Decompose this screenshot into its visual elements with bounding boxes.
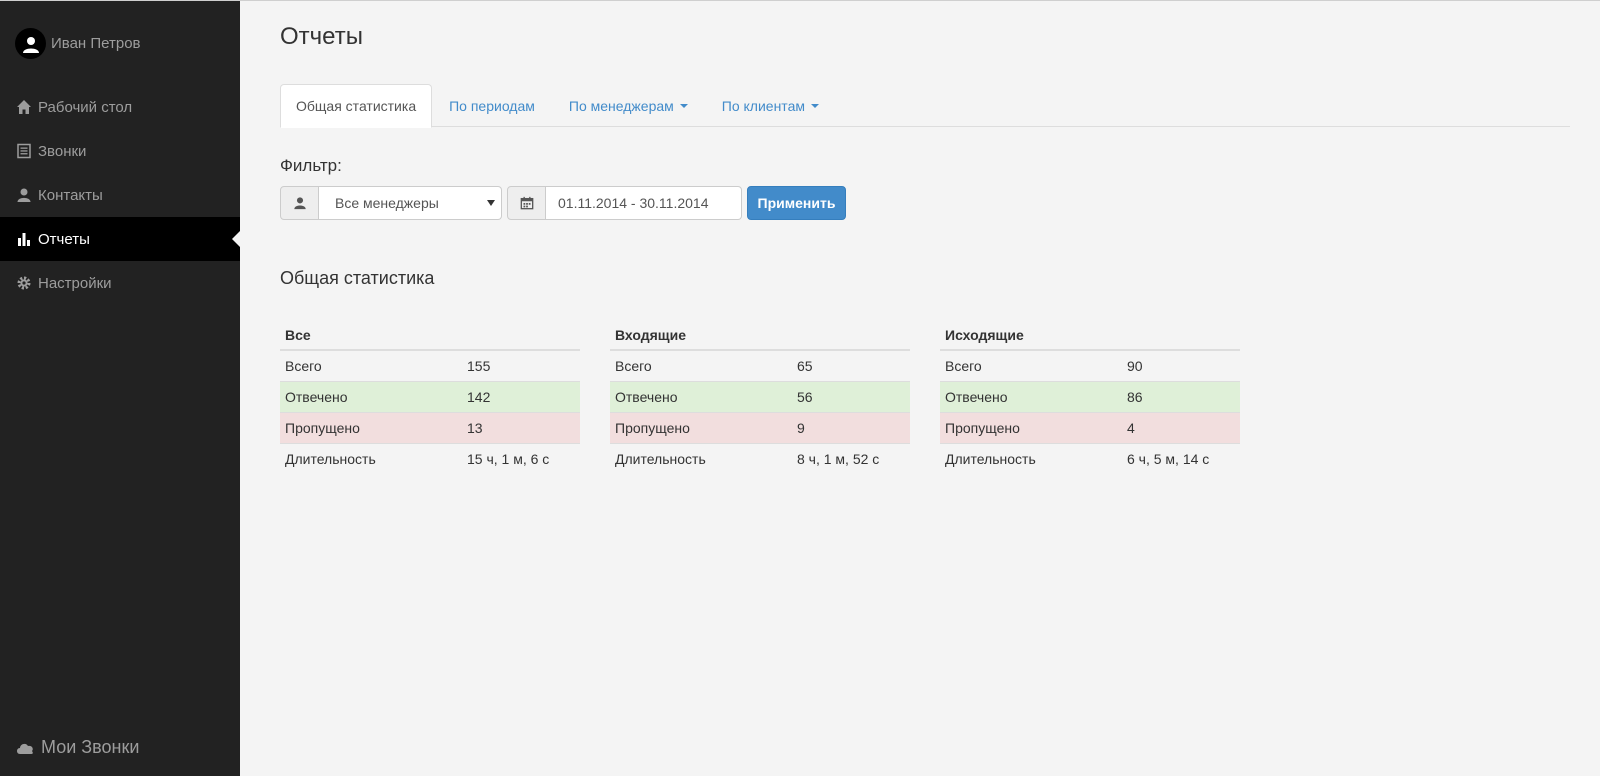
user-name: Иван Петров xyxy=(51,35,141,52)
dropdown-arrow-icon xyxy=(487,200,495,206)
tab-by-clients[interactable]: По клиентам xyxy=(705,84,836,127)
app-brand[interactable]: Мои Звонки xyxy=(15,737,139,758)
avatar xyxy=(15,28,46,59)
brand-label: Мои Звонки xyxy=(41,737,140,757)
sidebar: Иван Петров Рабочий стол Звонки Контакты… xyxy=(0,1,240,776)
table-row: Отвечено 56 xyxy=(610,380,910,412)
table-row: Длительность 8 ч, 1 м, 52 с xyxy=(610,442,910,474)
row-label: Длительность xyxy=(610,442,792,474)
row-label: Длительность xyxy=(940,442,1122,474)
filter-bar: Все менеджеры Применить xyxy=(280,186,846,220)
row-value: 65 xyxy=(797,357,813,374)
caret-down-icon xyxy=(810,103,819,108)
apply-button[interactable]: Применить xyxy=(747,186,846,220)
row-value: 86 xyxy=(1122,380,1240,412)
sidebar-item-calls[interactable]: Звонки xyxy=(0,129,240,173)
bar-chart-icon xyxy=(16,231,32,247)
row-value: 90 xyxy=(1127,357,1143,374)
table-row: Всего 65 xyxy=(610,350,910,381)
sidebar-item-desktop[interactable]: Рабочий стол xyxy=(0,85,240,129)
home-icon xyxy=(16,99,32,115)
sidebar-nav: Рабочий стол Звонки Контакты Отчеты Наст… xyxy=(0,85,240,305)
sidebar-item-reports[interactable]: Отчеты xyxy=(0,217,240,261)
sidebar-item-label: Настройки xyxy=(38,274,112,292)
manager-addon xyxy=(280,186,319,220)
row-label: Пропущено xyxy=(280,411,462,443)
stats-table-incoming: Входящие Всего 65 Отвечено 56 Пропущено 9 Д… xyxy=(610,320,910,474)
table-row: Отвечено 142 xyxy=(280,380,580,412)
row-label: Отвечено xyxy=(940,380,1122,412)
tab-label: Общая статистика xyxy=(296,98,417,114)
filter-label: Фильтр: xyxy=(280,156,342,175)
list-icon xyxy=(16,143,32,159)
stats-table-all: Все Всего 155 Отвечено 142 Пропущено 13 Дли… xyxy=(280,320,580,474)
row-value: 13 xyxy=(462,411,580,443)
date-range-group xyxy=(507,186,742,220)
calendar-icon xyxy=(520,196,533,210)
manager-select[interactable]: Все менеджеры xyxy=(319,186,502,220)
date-range-input[interactable] xyxy=(546,186,742,220)
sidebar-item-label: Контакты xyxy=(38,186,103,204)
tab-by-managers[interactable]: По менеджерам xyxy=(552,84,705,127)
row-value: 155 xyxy=(467,357,491,374)
calendar-addon xyxy=(507,186,546,220)
row-value: 4 xyxy=(1122,411,1240,443)
cloud-icon xyxy=(15,740,35,756)
row-label: Всего xyxy=(285,357,322,374)
stats-table-outgoing: Исходящие Всего 90 Отвечено 86 Пропущено 4 … xyxy=(940,320,1240,474)
user-icon xyxy=(16,187,32,203)
report-tabs: Общая статистика По периодам По менеджер… xyxy=(280,84,1570,128)
page-title: Отчеты xyxy=(280,23,363,50)
stats-title: Общая статистика xyxy=(280,268,435,288)
row-value: 56 xyxy=(792,380,910,412)
user-avatar-icon xyxy=(22,36,39,53)
table-row: Пропущено 13 xyxy=(280,411,580,443)
caret-down-icon xyxy=(679,103,688,108)
sidebar-item-label: Рабочий стол xyxy=(38,98,133,116)
table-row: Длительность 15 ч, 1 м, 6 с xyxy=(280,442,580,474)
user-icon xyxy=(293,197,306,210)
tab-by-period[interactable]: По периодам xyxy=(432,84,552,127)
row-value: 9 xyxy=(792,411,910,443)
table-row: Пропущено 9 xyxy=(610,411,910,443)
tab-label: По менеджерам xyxy=(568,97,674,114)
row-label: Всего xyxy=(945,357,982,374)
gear-icon xyxy=(16,275,32,291)
sidebar-item-label: Звонки xyxy=(38,142,87,160)
row-label: Отвечено xyxy=(610,380,792,412)
row-value: 6 ч, 5 м, 14 с xyxy=(1122,442,1240,474)
row-label: Отвечено xyxy=(280,380,462,412)
table-heading: Входящие xyxy=(610,320,910,351)
table-row: Всего 155 xyxy=(280,350,580,381)
row-label: Длительность xyxy=(280,442,462,474)
tab-label: По периодам xyxy=(449,97,535,114)
row-label: Всего xyxy=(615,357,652,374)
tab-general-stats[interactable]: Общая статистика xyxy=(280,84,433,128)
row-value: 8 ч, 1 м, 52 с xyxy=(792,442,910,474)
row-label: Пропущено xyxy=(940,411,1122,443)
row-value: 15 ч, 1 м, 6 с xyxy=(462,442,580,474)
tab-label: По клиентам xyxy=(721,97,805,114)
table-row: Пропущено 4 xyxy=(940,411,1240,443)
row-value: 142 xyxy=(462,380,580,412)
table-row: Отвечено 86 xyxy=(940,380,1240,412)
sidebar-item-label: Отчеты xyxy=(38,230,90,248)
table-row: Длительность 6 ч, 5 м, 14 с xyxy=(940,442,1240,474)
table-heading: Исходящие xyxy=(940,320,1240,351)
row-label: Пропущено xyxy=(610,411,792,443)
sidebar-item-contacts[interactable]: Контакты xyxy=(0,173,240,217)
manager-select-value: Все менеджеры xyxy=(335,195,439,211)
stats-tables: Все Всего 155 Отвечено 142 Пропущено 13 Дли… xyxy=(280,320,1270,474)
table-row: Всего 90 xyxy=(940,350,1240,381)
table-heading: Все xyxy=(280,320,580,351)
sidebar-item-settings[interactable]: Настройки xyxy=(0,261,240,305)
user-profile[interactable]: Иван Петров xyxy=(15,28,141,59)
